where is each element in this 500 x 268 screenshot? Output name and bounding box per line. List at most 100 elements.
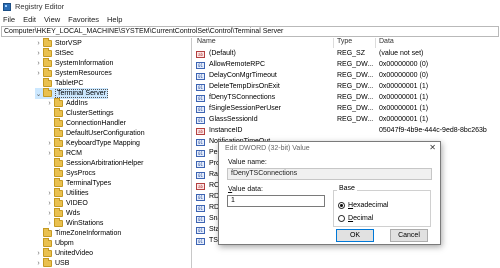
value-data-label: Value data:	[228, 186, 263, 193]
chevron-right-icon[interactable]: ›	[46, 100, 53, 107]
list-header: Name Type Data	[193, 38, 500, 48]
decimal-option[interactable]: Decimal	[338, 213, 373, 223]
tree-item-label: TabletPC	[55, 80, 84, 87]
tree-item-label: DefaultUserConfiguration	[66, 130, 145, 137]
binary-value-icon: 01	[196, 161, 205, 168]
binary-value-icon: 01	[196, 227, 205, 234]
folder-icon	[54, 118, 63, 127]
value-type: REG_DW...	[337, 72, 374, 79]
value-data: 0x00000001 (1)	[379, 94, 429, 101]
value-data: 0x00000001 (1)	[379, 116, 429, 123]
registry-app-icon	[3, 2, 11, 11]
menu-edit[interactable]: Edit	[23, 15, 36, 24]
chevron-right-icon[interactable]: ›	[35, 50, 42, 57]
chevron-down-icon[interactable]: ⌄	[35, 90, 42, 98]
cancel-button[interactable]: Cancel	[390, 229, 428, 242]
folder-icon	[54, 218, 63, 227]
value-data: 0x00000000 (0)	[379, 72, 429, 79]
binary-value-icon: 01	[196, 205, 205, 212]
value-row[interactable]: 01 DelayConMgrTimeout REG_DW... 0x00000000 …	[193, 71, 500, 82]
tree-item-label: StSec	[55, 50, 74, 57]
folder-icon	[54, 138, 63, 147]
column-separator[interactable]	[333, 38, 334, 48]
menu-favorites[interactable]: Favorites	[68, 15, 99, 24]
window-title: Registry Editor	[15, 2, 65, 11]
value-type: REG_SZ	[337, 50, 366, 57]
close-icon[interactable]: ✕	[429, 143, 436, 152]
chevron-right-icon[interactable]: ›	[35, 60, 42, 67]
folder-icon	[43, 88, 52, 97]
folder-icon	[43, 48, 52, 57]
folder-icon	[43, 68, 52, 77]
string-value-icon: ab	[196, 128, 205, 135]
decimal-radio[interactable]	[338, 214, 345, 222]
folder-icon	[43, 238, 52, 247]
value-name: InstanceID	[209, 127, 243, 134]
value-type: REG_DW...	[337, 105, 374, 112]
chevron-right-icon[interactable]: ›	[35, 40, 42, 47]
value-name-field[interactable]: fDenyTSConnections	[227, 168, 432, 180]
binary-value-icon: 01	[196, 95, 205, 102]
value-row[interactable]: ab (Default) REG_SZ (value not set)	[193, 49, 500, 60]
tree-item[interactable]: › USB	[35, 258, 69, 268]
address-bar[interactable]: Computer\HKEY_LOCAL_MACHINE\SYSTEM\Curre…	[1, 26, 499, 37]
menu-view[interactable]: View	[44, 15, 60, 24]
tree-item-label: RCM	[66, 150, 82, 157]
base-label: Base	[337, 185, 357, 192]
folder-icon	[54, 108, 63, 117]
folder-icon	[54, 168, 63, 177]
decimal-label: Decimal	[348, 214, 374, 222]
registry-tree[interactable]: › StorVSP › StSec › SystemInformation › SystemR…	[1, 38, 192, 268]
folder-icon	[54, 198, 63, 207]
tree-item-label: VIDEO	[66, 200, 88, 207]
folder-icon	[54, 208, 63, 217]
value-row[interactable]: 01 AllowRemoteRPC REG_DW... 0x00000000 (0)	[193, 60, 500, 71]
value-row[interactable]: ab InstanceID 05047f9-4b9e-444c-9ed8-8bc26…	[193, 126, 500, 137]
value-type: REG_DW...	[337, 116, 374, 123]
column-type-header[interactable]: Type	[337, 38, 352, 45]
column-separator[interactable]	[375, 38, 376, 48]
chevron-right-icon[interactable]: ›	[46, 140, 53, 147]
value-data: 05047f9-4b9e-444c-9ed8-8bc263b	[379, 127, 487, 134]
value-row[interactable]: 01 GlassSessionId REG_DW... 0x00000001 (1)	[193, 115, 500, 126]
folder-icon	[54, 148, 63, 157]
value-type: REG_DW...	[337, 61, 374, 68]
tree-item-label: SystemResources	[55, 70, 112, 77]
chevron-right-icon[interactable]: ›	[35, 250, 42, 257]
binary-value-icon: 01	[196, 73, 205, 80]
value-row[interactable]: 01 DeleteTempDirsOnExit REG_DW... 0x0000000…	[193, 82, 500, 93]
column-data-header[interactable]: Data	[379, 38, 394, 45]
tree-item-label: SystemInformation	[55, 60, 114, 67]
binary-value-icon: 01	[196, 238, 205, 245]
menu-file[interactable]: File	[3, 15, 15, 24]
value-name: AllowRemoteRPC	[209, 61, 266, 68]
tree-item-label: ConnectionHandler	[66, 120, 126, 127]
chevron-right-icon[interactable]: ›	[46, 200, 53, 207]
value-type: REG_DW...	[337, 94, 374, 101]
hexadecimal-radio[interactable]	[338, 201, 345, 209]
column-name-header[interactable]: Name	[197, 38, 216, 45]
tree-item-label: StorVSP	[55, 40, 82, 47]
value-row[interactable]: 01 fDenyTSConnections REG_DW... 0x00000001 …	[193, 93, 500, 104]
chevron-right-icon[interactable]: ›	[46, 150, 53, 157]
hexadecimal-option[interactable]: Hexadecimal	[338, 200, 388, 210]
title-bar: Registry Editor	[0, 0, 500, 13]
folder-icon	[43, 38, 52, 47]
tree-item-label: SessionArbitrationHelper	[66, 160, 144, 167]
folder-icon	[54, 188, 63, 197]
value-data-field[interactable]: 1	[227, 195, 325, 207]
folder-icon	[43, 78, 52, 87]
tree-item-label: TerminalTypes	[66, 180, 112, 187]
chevron-right-icon[interactable]: ›	[46, 220, 53, 227]
menu-help[interactable]: Help	[107, 15, 122, 24]
value-row[interactable]: 01 fSingleSessionPerUser REG_DW... 0x000000…	[193, 104, 500, 115]
ok-button[interactable]: OK	[336, 229, 374, 242]
chevron-right-icon[interactable]: ›	[46, 210, 53, 217]
folder-icon	[43, 58, 52, 67]
binary-value-icon: 01	[196, 139, 205, 146]
folder-icon	[54, 158, 63, 167]
chevron-right-icon[interactable]: ›	[46, 190, 53, 197]
chevron-right-icon[interactable]: ›	[35, 260, 42, 267]
chevron-right-icon[interactable]: ›	[35, 70, 42, 77]
tree-item-label: TimeZoneInformation	[55, 230, 122, 237]
